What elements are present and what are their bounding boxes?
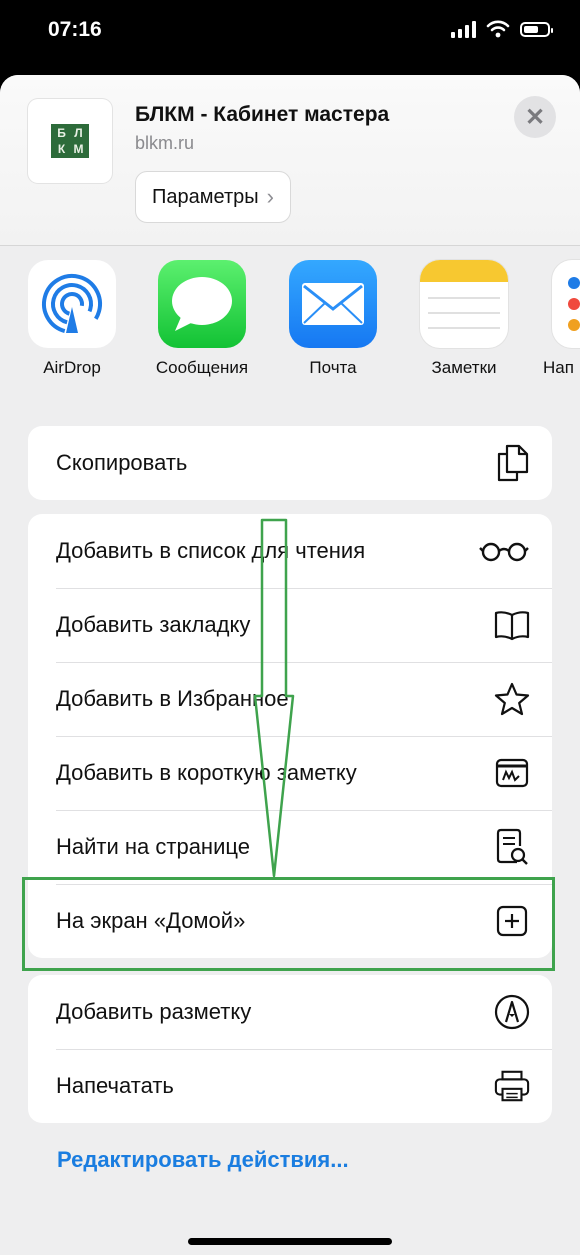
app-notes[interactable]: Заметки <box>409 260 519 378</box>
app-label: AirDrop <box>43 358 101 377</box>
app-label: Сообщения <box>155 358 249 377</box>
action-label: Напечатать <box>56 1073 174 1098</box>
action-copy[interactable]: Скопировать <box>28 426 552 500</box>
close-button[interactable]: ✕ <box>514 96 556 138</box>
copy-group: Скопировать <box>28 426 552 500</box>
site-title: БЛКМ - Кабинет мастера <box>135 103 390 126</box>
action-label: Добавить закладку <box>56 612 251 637</box>
star-icon <box>494 681 530 717</box>
action-label: Добавить в список для чтения <box>56 538 366 563</box>
mail-icon <box>289 260 377 348</box>
action-label: Добавить в короткую заметку <box>56 760 357 785</box>
app-label: Заметки <box>431 358 497 377</box>
annotation-arrow <box>253 518 295 878</box>
glasses-icon <box>478 533 530 569</box>
app-messages[interactable]: Сообщения <box>147 260 257 378</box>
more-actions-group: Добавить разметку Напечатать <box>28 975 552 1123</box>
status-bar: 07:16 <box>0 0 580 70</box>
battery-icon <box>520 21 553 37</box>
signal-icon <box>451 20 476 38</box>
share-header: БЛ КМ БЛКМ - Кабинет мастера blkm.ru Пар… <box>0 75 580 246</box>
wifi-icon <box>486 20 510 38</box>
action-label: Найти на странице <box>56 834 250 859</box>
status-icons <box>451 20 553 38</box>
site-logo: БЛ КМ <box>28 99 112 183</box>
app-row: AirDrop Сообщения Почта Заметки Нап <box>0 260 580 380</box>
app-mail[interactable]: Почта <box>278 260 388 378</box>
notes-icon <box>420 260 508 348</box>
reminders-icon <box>552 260 580 348</box>
markup-icon <box>494 994 530 1030</box>
app-reminders[interactable]: Нап <box>540 260 580 378</box>
airdrop-icon <box>28 260 116 348</box>
annotation-highlight-box <box>22 877 555 971</box>
book-icon <box>494 607 530 643</box>
quick-note-icon <box>494 755 530 791</box>
action-label: Скопировать <box>56 450 188 475</box>
action-label: Добавить разметку <box>56 999 252 1024</box>
edit-actions-link[interactable]: Редактировать действия... <box>57 1147 349 1173</box>
copy-icon <box>494 444 530 482</box>
options-button[interactable]: Параметры › <box>135 171 291 223</box>
status-time: 07:16 <box>48 18 102 41</box>
messages-icon <box>158 260 246 348</box>
home-indicator <box>188 1238 392 1245</box>
app-label: Почта <box>309 358 357 377</box>
app-airdrop[interactable]: AirDrop <box>17 260 127 378</box>
close-icon: ✕ <box>524 103 546 131</box>
site-url: blkm.ru <box>135 133 195 153</box>
find-icon <box>494 828 530 865</box>
action-markup[interactable]: Добавить разметку <box>28 975 552 1049</box>
action-print[interactable]: Напечатать <box>28 1049 552 1123</box>
options-label: Параметры <box>152 185 259 208</box>
chevron-right-icon: › <box>266 184 274 209</box>
app-label: Нап <box>543 358 574 377</box>
printer-icon <box>494 1068 530 1104</box>
